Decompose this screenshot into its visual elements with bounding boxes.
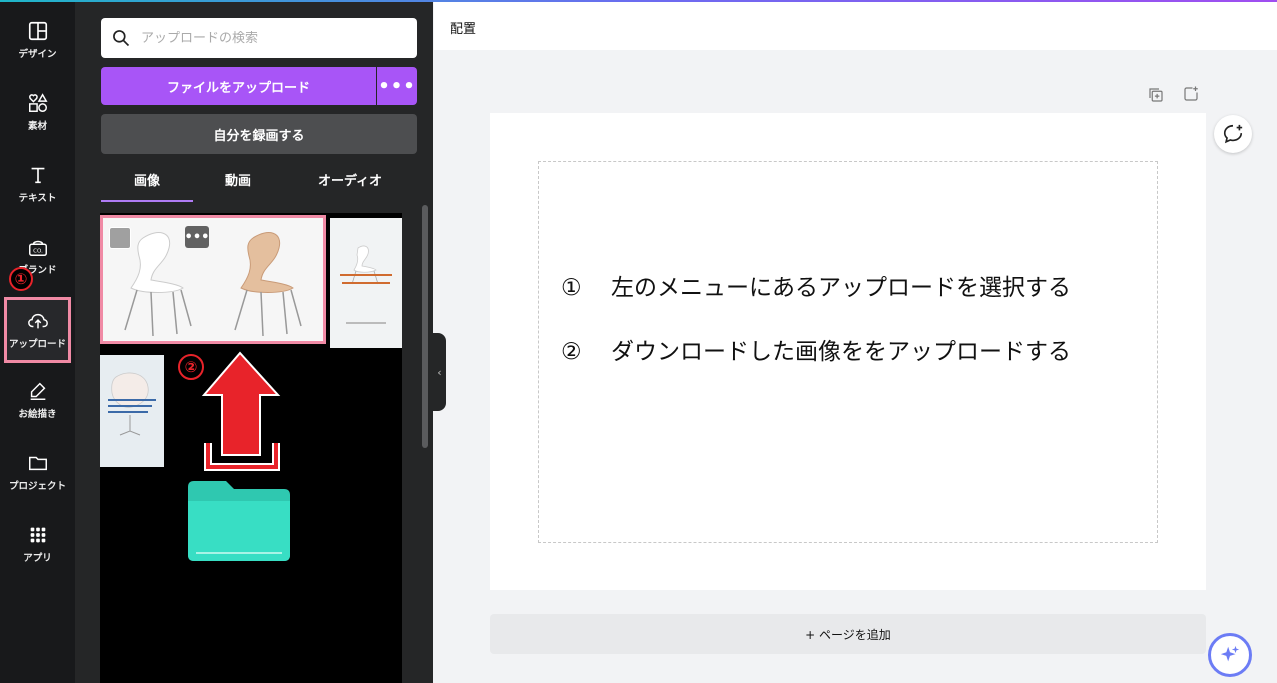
rail-label: アップロード [8, 339, 66, 350]
draw-icon [30, 382, 45, 400]
comment-button[interactable] [1214, 115, 1252, 153]
step-number: ② [561, 339, 582, 365]
collapse-panel-button[interactable]: ‹ [433, 333, 446, 411]
sparkle-icon [1220, 645, 1240, 662]
rail-label: テキスト [18, 193, 57, 204]
design-page[interactable]: ① 左のメニューにあるアップロードを選択する ② ダウンロードした画像ををアップロー… [490, 113, 1206, 590]
side-rail: デザイン 素材 テキスト CO. ブランド アップロード ① お絵描き プロジェ… [0, 0, 75, 683]
rail-label: プロジェクト [8, 481, 66, 492]
rail-label: デザイン [18, 49, 57, 60]
uploads-gallery: ••• ② [100, 213, 402, 683]
annotation-badge-1: ① [9, 267, 33, 291]
uploaded-image-chairs[interactable]: ••• [100, 215, 326, 344]
shapes-icon [28, 93, 48, 112]
tab-audio[interactable]: オーディオ [303, 170, 397, 202]
swan-chair-thumbnail-image [100, 355, 164, 467]
layout-icon [28, 21, 47, 41]
chairs-photo [103, 218, 323, 341]
instruction-line-2: ② ダウンロードした画像ををアップロードする [561, 332, 1071, 366]
uploaded-image-blog[interactable] [330, 218, 402, 348]
search-box[interactable] [101, 18, 417, 58]
brand-icon: CO. [28, 240, 47, 256]
magic-assistant-button[interactable] [1208, 633, 1252, 677]
upload-panel: ファイルをアップロード ••• 自分を録画する 画像 動画 オーディオ ••• [75, 0, 433, 683]
search-input[interactable] [141, 30, 401, 46]
record-yourself-button[interactable]: 自分を録画する [101, 114, 417, 154]
rail-item-upload[interactable]: アップロード [4, 297, 71, 363]
rail-item-elements[interactable]: 素材 [4, 79, 71, 145]
page-title: 配置 [450, 22, 477, 37]
top-gradient-bar [0, 0, 1277, 2]
rail-item-projects[interactable]: プロジェクト [4, 439, 71, 505]
folder-icon [188, 481, 290, 561]
svg-text:CO.: CO. [33, 249, 43, 255]
blog-thumbnail-image [330, 218, 402, 348]
add-page-icon[interactable] [1182, 85, 1200, 103]
text-icon [31, 167, 44, 184]
rail-item-design[interactable]: デザイン [4, 7, 71, 73]
tab-videos[interactable]: 動画 [193, 170, 283, 202]
tab-images[interactable]: 画像 [101, 170, 193, 202]
step-text: ダウンロードした画像ををアップロードする [611, 339, 1071, 365]
duplicate-page-icon[interactable] [1147, 86, 1165, 104]
rail-label: 素材 [27, 121, 47, 132]
image-more-button[interactable]: ••• [185, 226, 209, 248]
app-root: デザイン 素材 テキスト CO. ブランド アップロード ① お絵描き プロジェ… [0, 0, 1277, 683]
instruction-line-1: ① 左のメニューにあるアップロードを選択する [561, 268, 1071, 302]
step-text: 左のメニューにあるアップロードを選択する [611, 275, 1071, 301]
step-number: ① [561, 275, 582, 301]
rail-item-text[interactable]: テキスト [4, 151, 71, 217]
rail-label: お絵描き [18, 409, 57, 420]
text-box[interactable]: ① 左のメニューにあるアップロードを選択する ② ダウンロードした画像ををアップロー… [538, 161, 1158, 543]
select-checkbox[interactable] [109, 227, 131, 249]
rail-item-draw[interactable]: お絵描き [4, 367, 71, 433]
add-page-button[interactable]: + ページを追加 [490, 614, 1206, 654]
upload-more-button[interactable]: ••• [377, 67, 417, 105]
cloud-upload-icon [27, 313, 48, 329]
uploaded-image-swan[interactable] [100, 355, 164, 467]
editor-header: 配置 [434, 2, 1277, 50]
apps-grid-icon [30, 527, 45, 543]
panel-scrollbar[interactable] [422, 205, 428, 448]
rail-label: アプリ [23, 553, 52, 564]
rail-item-apps[interactable]: アプリ [4, 511, 71, 577]
upload-file-button[interactable]: ファイルをアップロード [101, 67, 376, 105]
search-icon [113, 30, 130, 47]
folder-icon [28, 456, 47, 471]
comment-add-icon [1223, 124, 1243, 144]
